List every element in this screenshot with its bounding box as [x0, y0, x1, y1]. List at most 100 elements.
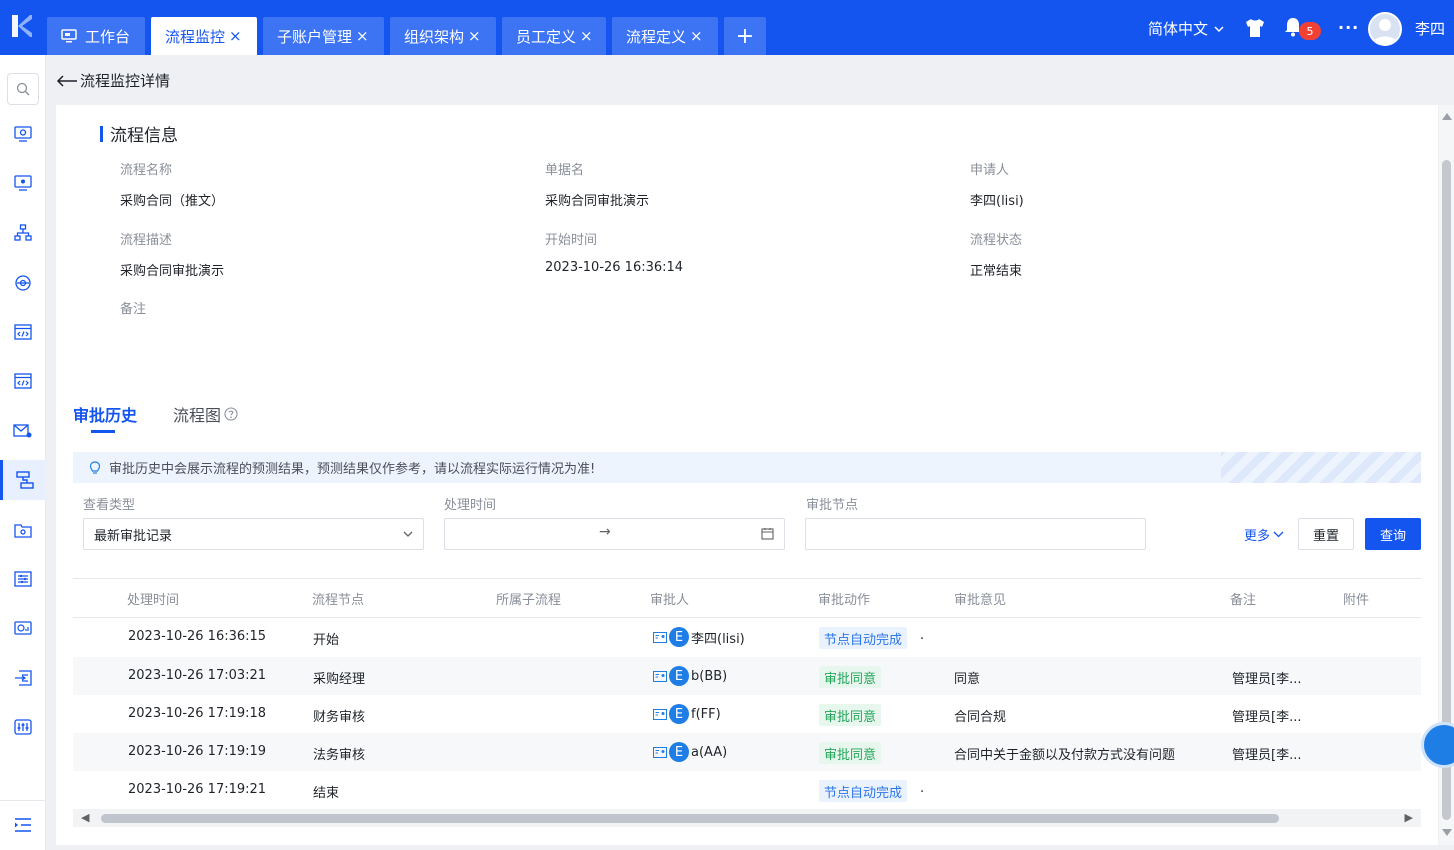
- sidebar-item-equalizer[interactable]: [0, 707, 46, 747]
- monitor-gear-icon: [14, 126, 32, 142]
- scroll-right-arrow-icon[interactable]: ▶: [1405, 811, 1413, 824]
- sidebar-item-code-1[interactable]: [0, 312, 46, 352]
- desktop-icon: [61, 29, 77, 43]
- mail-settings-icon: [13, 424, 32, 438]
- action-tag: 节点自动完成: [819, 780, 908, 802]
- avatar[interactable]: [1368, 12, 1402, 46]
- process-name-label: 流程名称: [120, 163, 173, 178]
- process-name-value: 采购合同（推文）: [120, 194, 225, 209]
- network-icon: [15, 275, 31, 291]
- back-header[interactable]: 流程监控详情: [56, 70, 170, 91]
- applicant-value: 李四(lisi): [970, 194, 1024, 209]
- more-filters-button[interactable]: 更多: [1244, 525, 1284, 544]
- sidebar-item-network[interactable]: [0, 263, 46, 303]
- sidebar-item-org[interactable]: [0, 213, 46, 253]
- col-header-attachment: 附件: [1343, 593, 1370, 608]
- tab-approval-history[interactable]: 审批历史: [73, 402, 137, 433]
- calendar-icon[interactable]: [761, 527, 774, 540]
- sidebar-item-mail[interactable]: [0, 411, 46, 451]
- cell-opinion: 合同中关于金额以及付款方式没有问题: [954, 748, 1176, 763]
- close-icon[interactable]: ×: [580, 27, 593, 45]
- tab-workbench[interactable]: 工作台: [47, 17, 145, 55]
- logo-icon[interactable]: [10, 13, 34, 39]
- reset-button[interactable]: 重置: [1298, 518, 1354, 550]
- more-dots-icon[interactable]: ···: [1338, 18, 1359, 37]
- scrollbar-thumb[interactable]: [1442, 160, 1451, 820]
- cell-approver: E f(FF): [653, 704, 721, 724]
- scroll-left-arrow-icon[interactable]: ◀: [81, 811, 89, 824]
- tab-label: 工作台: [85, 27, 131, 46]
- id-card-icon: [653, 670, 667, 682]
- section-title: 流程信息: [100, 121, 178, 146]
- horizontal-scrollbar[interactable]: ◀ ▶: [73, 809, 1421, 827]
- org-chart-icon: [14, 224, 32, 241]
- close-icon[interactable]: ×: [356, 27, 369, 45]
- sidebar-item-process-monitor[interactable]: [0, 460, 46, 500]
- action-tag: 节点自动完成: [819, 627, 908, 649]
- sidebar-search-button[interactable]: [7, 73, 39, 105]
- sidebar-item-folder[interactable]: [0, 510, 46, 550]
- back-arrow-icon[interactable]: [56, 74, 78, 88]
- col-header-opinion: 审批意见: [954, 593, 1007, 608]
- sidebar-item-import[interactable]: [0, 658, 46, 698]
- sidebar-item-list-settings[interactable]: [0, 559, 46, 599]
- sidebar-item-monitor-chart[interactable]: [0, 609, 46, 649]
- tab-process-monitor[interactable]: 流程监控 ×: [151, 17, 257, 55]
- tab-employee-definition[interactable]: 员工定义 ×: [502, 17, 606, 55]
- sidebar-item-2[interactable]: [0, 163, 46, 203]
- scroll-down-arrow-icon[interactable]: [1442, 829, 1452, 836]
- add-tab-button[interactable]: +: [724, 17, 766, 55]
- desc-value: 采购合同审批演示: [120, 264, 225, 279]
- notification-badge: 5: [1299, 22, 1321, 40]
- table-top-border: [73, 578, 1421, 579]
- cell-node: 财务审核: [313, 710, 366, 725]
- language-selector[interactable]: 简体中文: [1148, 18, 1224, 39]
- tab-org-structure[interactable]: 组织架构 ×: [390, 17, 496, 55]
- id-card-icon: [653, 746, 667, 758]
- language-label: 简体中文: [1148, 20, 1209, 38]
- cell-remark[interactable]: 管理员[李...: [1232, 744, 1301, 763]
- col-header-action: 审批动作: [818, 593, 871, 608]
- col-header-time: 处理时间: [127, 593, 180, 608]
- cell-remark[interactable]: 管理员[李...: [1232, 668, 1301, 687]
- sidebar-item-1[interactable]: [0, 114, 46, 154]
- cell-time: 2023-10-26 16:36:15: [128, 629, 267, 644]
- close-icon[interactable]: ×: [468, 27, 481, 45]
- scrollbar-thumb[interactable]: [101, 814, 1279, 823]
- chevron-down-icon: [1214, 25, 1224, 32]
- cell-approver: E a(AA): [653, 742, 727, 762]
- approver-name: f(FF): [691, 706, 721, 722]
- tab-sub-account[interactable]: 子账户管理 ×: [263, 17, 384, 55]
- close-icon[interactable]: ×: [690, 27, 703, 45]
- tab-flow-diagram[interactable]: 流程图: [173, 402, 238, 426]
- tab-label: 流程图: [173, 406, 222, 425]
- process-time-range[interactable]: →: [444, 518, 785, 550]
- cell-remark[interactable]: 管理员[李...: [1232, 706, 1301, 725]
- scroll-up-arrow-icon[interactable]: [1442, 113, 1452, 120]
- theme-shirt-icon[interactable]: [1244, 18, 1266, 38]
- sliders-icon: [14, 571, 32, 587]
- approval-node-input[interactable]: [805, 518, 1146, 550]
- approver-badge: E: [669, 704, 689, 724]
- flow-icon: [15, 471, 34, 489]
- sidebar-item-code-2[interactable]: [0, 361, 46, 401]
- collapse-menu-icon: [15, 817, 31, 832]
- col-header-approver: 审批人: [650, 593, 690, 608]
- help-circle-icon[interactable]: [224, 407, 238, 421]
- sidebar-collapse-button[interactable]: [0, 800, 46, 848]
- status-label: 流程状态: [970, 233, 1023, 248]
- id-card-icon: [653, 708, 667, 720]
- search-icon: [16, 82, 30, 96]
- import-list-icon: [15, 670, 32, 686]
- id-card-icon: [653, 631, 667, 643]
- tab-process-definition[interactable]: 流程定义 ×: [612, 17, 718, 55]
- tab-label: 组织架构: [404, 27, 465, 46]
- close-icon[interactable]: ×: [229, 27, 242, 45]
- user-name[interactable]: 李四: [1415, 18, 1445, 39]
- view-type-value: 最新审批记录: [94, 528, 173, 544]
- start-time-value: 2023-10-26 16:36:14: [545, 260, 684, 275]
- view-type-select[interactable]: 最新审批记录: [83, 518, 424, 550]
- remark-label: 备注: [120, 302, 147, 317]
- query-button[interactable]: 查询: [1365, 518, 1421, 550]
- node-label: 审批节点: [806, 498, 859, 513]
